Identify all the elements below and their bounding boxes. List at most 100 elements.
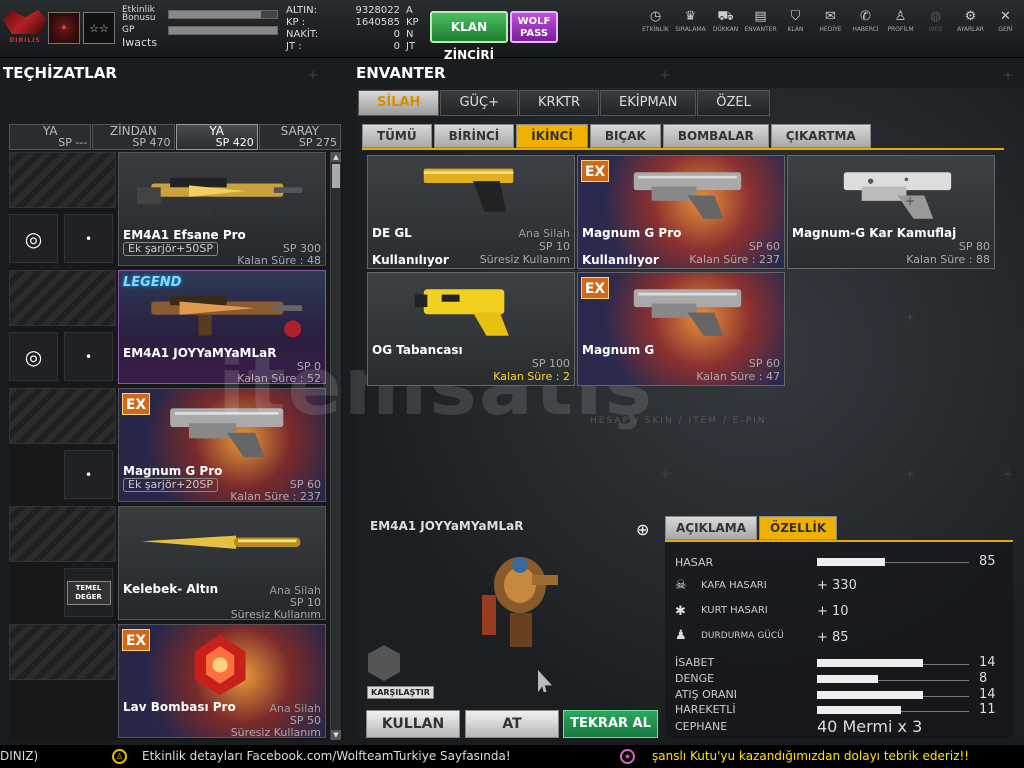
attachment-slot[interactable]: • — [64, 332, 113, 381]
slot-tab-sp: SP 420 — [215, 136, 254, 149]
subtab-1[interactable]: BİRİNCİ — [433, 124, 515, 148]
watermark-sub: HESAP / SKIN / ITEM / E-PIN — [590, 416, 767, 426]
user-icon: ♙ — [112, 749, 127, 764]
item-status: Kullanılıyor — [582, 253, 659, 267]
subtab-4[interactable]: BOMBALAR — [662, 124, 769, 148]
menu-item-klan[interactable]: ⛉ KLAN — [778, 8, 813, 33]
subtab-2[interactable]: İKİNCİ — [516, 124, 588, 148]
menu-item-label: DÜKKAN — [712, 26, 739, 33]
drop-button[interactable]: AT — [465, 710, 559, 738]
tab-4[interactable]: ÖZEL — [697, 90, 770, 116]
gear-icon: ⚙ — [964, 9, 977, 24]
stat-atis-bar — [817, 691, 924, 699]
empty-slot[interactable] — [9, 152, 116, 208]
menu-item-label: KLAN — [787, 26, 804, 33]
skull-icon: ☠ — [675, 578, 687, 593]
equipment-card[interactable]: EM4A1 Efsane Pro Ek şarjör+50SP SP 300 Kala… — [118, 152, 326, 266]
empty-slot[interactable] — [9, 388, 116, 444]
scroll-down-icon[interactable]: ▼ — [331, 730, 341, 740]
currency-row: NAKİT: 0 N — [286, 29, 424, 41]
tab-3[interactable]: EKİPMAN — [600, 90, 697, 116]
item-name: Magnum G — [582, 343, 655, 357]
rebuy-button[interactable]: TEKRAR AL — [563, 710, 658, 738]
slot-tab-3[interactable]: SARAY SP 275 — [258, 124, 341, 150]
scroll-up-icon[interactable]: ▲ — [331, 152, 341, 162]
currency-key: JT : — [286, 41, 302, 52]
item-duration: Süresiz Kullanım — [479, 253, 570, 266]
slot-tab-2[interactable]: YA SP 420 — [175, 124, 258, 150]
empty-slot[interactable] — [9, 270, 116, 326]
use-button[interactable]: KULLAN — [366, 710, 460, 738]
cart-icon: ⛟ — [717, 9, 734, 24]
inventory-card[interactable]: OG Tabancası SP 100 Kalan Süre : 2 — [367, 272, 575, 386]
item-name: DE GL — [372, 226, 412, 240]
detail-tab-1[interactable]: ÖZELLİK — [759, 516, 838, 540]
inventory-card[interactable]: DE GL Ana Silah SP 10 Kullanılıyor Süresiz K… — [367, 155, 575, 269]
slot-tab-0[interactable]: YA SP --- — [9, 124, 92, 150]
wolf-icon: ✱ — [675, 604, 686, 619]
menu-item-web[interactable]: ◍ WEB — [918, 8, 953, 33]
menu-item-ayarlar[interactable]: ⚙ AYARLAR — [953, 8, 988, 33]
zoom-icon[interactable]: ⊕ — [636, 520, 649, 539]
wolf-pass-button[interactable]: WOLF PASS — [510, 11, 558, 43]
magazine-icon[interactable]: ◎ — [9, 332, 58, 381]
equipment-card[interactable]: Kelebek- Altın Ana Silah SP 10 Süresiz Kull… — [118, 506, 326, 620]
subtab-0[interactable]: TÜMÜ — [362, 124, 432, 148]
detail-item-name: EM4A1 JOYYaMYaMLaR — [370, 519, 524, 533]
detail-tab-0[interactable]: AÇIKLAMA — [665, 516, 758, 540]
attachment-slot[interactable]: • — [64, 450, 113, 499]
menu-item-label: PROFİLM — [887, 26, 914, 33]
stat-isabet-label: İSABET — [675, 656, 715, 669]
news-ticker: DINIZ) ♙ Etkinlik detayları Facebook.com… — [0, 745, 1024, 768]
ticker-text-2: Etkinlik detayları Facebook.com/Wolfteam… — [142, 749, 511, 763]
timer-icon: ◷ — [649, 9, 662, 24]
base-value-label: TEMEL DEĞER — [66, 580, 111, 605]
item-name: EM4A1 Efsane Pro — [123, 228, 246, 242]
tab-0[interactable]: SİLAH — [358, 90, 440, 116]
attachment-slot[interactable]: • — [64, 214, 113, 263]
item-duration: Kalan Süre : 237 — [230, 490, 321, 502]
menu-item-envanter[interactable]: ▤ ENVANTER — [743, 8, 778, 33]
stat-cephane-value: 40 Mermi x 3 — [817, 717, 923, 736]
menu-item-profi̇lm[interactable]: ♙ PROFİLM — [883, 8, 918, 33]
menu-item-etki̇nli̇k[interactable]: ◷ ETKİNLİK — [638, 8, 673, 33]
slot-tab-1[interactable]: ZİNDAN SP 470 — [92, 124, 175, 150]
tab-1[interactable]: GÜÇ+ — [440, 90, 518, 116]
stat-hareket-label: HAREKETLİ — [675, 703, 736, 716]
menu-item-dükkan[interactable]: ⛟ DÜKKAN — [708, 8, 743, 33]
compare-button[interactable]: KARŞILAŞTIR — [367, 686, 434, 699]
scroll-thumb[interactable] — [332, 164, 340, 188]
klan-chain-button[interactable]: KLAN ZİNCİRİ — [430, 11, 508, 62]
menu-item-haberci̇[interactable]: ✆ HABERCİ — [848, 8, 883, 33]
menu-item-hedi̇ye[interactable]: ✉ HEDİYE — [813, 8, 848, 33]
inventory-card[interactable]: EX Magnum G Pro SP 60 Kullanılıyor Kalan Sür… — [577, 155, 785, 269]
attachment-slot[interactable]: TEMEL DEĞER — [64, 568, 113, 617]
menu-item-geri̇[interactable]: ✕ GERİ — [988, 8, 1023, 33]
menu-item-label: HABERCİ — [852, 26, 879, 33]
tab-2[interactable]: KRKTR — [519, 90, 600, 116]
rank-stars-icon[interactable]: ☆☆ — [83, 12, 115, 44]
equipment-card[interactable]: EX Lav Bombası Pro Ana Silah SP 50 Süresiz K… — [118, 624, 326, 738]
subtab-3[interactable]: BIÇAK — [589, 124, 661, 148]
currency-unit: JT — [406, 41, 416, 52]
stat-atis-label: ATIŞ ORANI — [675, 688, 737, 701]
inventory-card[interactable]: EX Magnum G SP 60 Kalan Süre : 47 — [577, 272, 785, 386]
slot-tab-name: YA — [42, 124, 58, 138]
inventory-card[interactable]: Magnum-G Kar Kamuflaj SP 80 Kalan Süre : 8… — [787, 155, 995, 269]
weapon-image — [414, 289, 509, 336]
clan-emblem-icon[interactable]: ✦ — [48, 12, 80, 44]
empty-slot[interactable] — [9, 506, 116, 562]
menu-item-label: ENVANTER — [744, 26, 777, 33]
magazine-icon[interactable]: ◎ — [9, 214, 58, 263]
equipment-scrollbar[interactable]: ▲ ▼ — [330, 152, 341, 740]
subtab-5[interactable]: ÇIKARTMA — [770, 124, 871, 148]
inventory-subtabs: TÜMÜ BİRİNCİ İKİNCİ BIÇAK BOMBALAR ÇIKARTMA — [362, 124, 1004, 150]
empty-slot[interactable] — [9, 624, 116, 680]
globe-icon: ◍ — [929, 9, 942, 24]
stat-isabet-value: 14 — [979, 655, 996, 670]
weapon-image — [633, 289, 742, 336]
currency-panel: ALTIN: 9328022 A KP : 1640585 KP NAKİT: 0 N JT : 0… — [286, 5, 424, 53]
inventory-icon: ▤ — [754, 9, 767, 24]
weapon-image — [141, 535, 301, 549]
menu-item-siralama[interactable]: ♛ SIRALAMA — [673, 8, 708, 33]
